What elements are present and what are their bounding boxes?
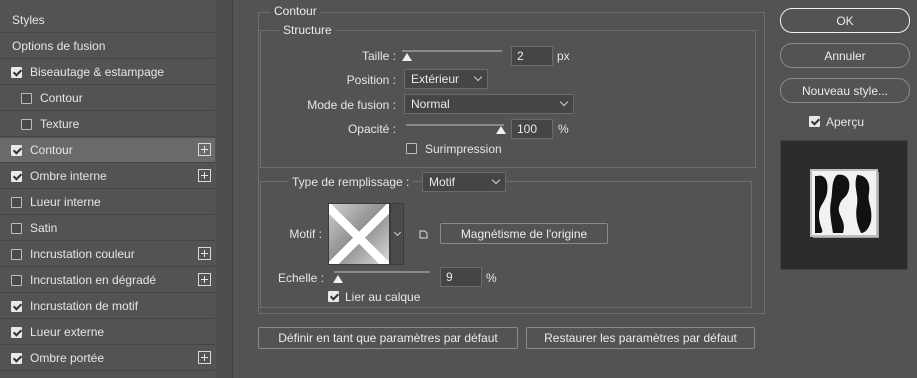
opacity-slider-thumb[interactable]	[496, 126, 506, 134]
plus-icon[interactable]	[198, 247, 211, 260]
reset-default-button[interactable]: Restaurer les paramètres par défaut	[526, 327, 755, 349]
style-item-label: Biseautage & estampage	[30, 65, 165, 79]
blending-options-label: Options de fusion	[12, 39, 106, 53]
set-default-button[interactable]: Définir en tant que paramètres par défau…	[258, 327, 518, 349]
structure-title: Structure	[279, 23, 336, 37]
style-item-label: Incrustation en dégradé	[30, 273, 157, 287]
styles-header-row[interactable]: Styles	[0, 8, 215, 33]
chevron-down-icon	[473, 72, 483, 82]
style-item-checkbox[interactable]	[21, 92, 32, 104]
plus-icon[interactable]	[198, 351, 211, 364]
blend-mode-value: Normal	[411, 97, 450, 111]
fill-type-value: Motif	[429, 175, 456, 189]
opacity-slider-track[interactable]	[406, 124, 504, 126]
style-item-checkbox[interactable]	[11, 248, 22, 260]
style-item-row[interactable]: Texture	[0, 112, 215, 137]
chevron-down-icon	[559, 97, 569, 107]
style-item-row[interactable]: Incrustation couleur	[0, 242, 215, 267]
blending-options-row[interactable]: Options de fusion	[0, 34, 215, 59]
new-style-button[interactable]: Nouveau style...	[780, 78, 910, 103]
pattern-label: Motif :	[289, 227, 322, 241]
style-item-label: Satin	[30, 221, 58, 235]
blend-mode-label: Mode de fusion :	[307, 98, 396, 112]
plus-icon[interactable]	[198, 273, 211, 286]
position-label: Position :	[346, 73, 396, 87]
style-item-label: Incrustation de motif	[30, 299, 139, 313]
link-layer-checkbox[interactable]	[328, 291, 339, 302]
size-unit: px	[557, 49, 570, 63]
scale-label: Echelle :	[277, 271, 324, 285]
size-label: Taille :	[361, 49, 396, 63]
cancel-button[interactable]: Annuler	[780, 43, 910, 68]
ok-button[interactable]: OK	[780, 8, 910, 33]
style-item-checkbox[interactable]	[11, 222, 22, 234]
size-slider-thumb[interactable]	[402, 53, 412, 61]
style-item-row[interactable]: Contour	[0, 138, 215, 163]
style-preview-image	[810, 169, 879, 238]
style-item-label: Contour	[30, 143, 73, 157]
overprint-checkbox[interactable]	[406, 143, 417, 154]
fill-type-label: Type de remplissage :	[288, 175, 414, 189]
pattern-swatch[interactable]	[328, 203, 390, 265]
pattern-picker-button[interactable]	[390, 203, 404, 265]
overprint-label: Surimpression	[425, 142, 502, 156]
styles-header-label: Styles	[12, 13, 45, 27]
style-item-row[interactable]: Ombre portée	[0, 346, 215, 371]
link-layer-label: Lier au calque	[345, 290, 421, 304]
style-item-label: Lueur interne	[30, 195, 101, 209]
opacity-label: Opacité :	[347, 122, 396, 136]
contour-title: Contour	[270, 4, 321, 18]
style-item-row[interactable]: Incrustation en dégradé	[0, 268, 215, 293]
opacity-unit: %	[558, 122, 569, 136]
chevron-down-icon	[393, 228, 402, 237]
preview-thumbnail	[780, 140, 908, 270]
scale-input[interactable]: 9	[440, 267, 482, 287]
scale-unit: %	[486, 271, 497, 285]
chevron-down-icon	[491, 175, 501, 185]
style-item-checkbox[interactable]	[11, 144, 22, 156]
style-item-row[interactable]: Contour	[0, 86, 215, 111]
preview-checkbox[interactable]	[809, 116, 820, 127]
fill-type-dropdown[interactable]: Motif	[422, 172, 506, 192]
style-item-row[interactable]: Incrustation de motif	[0, 294, 215, 319]
size-slider-track[interactable]	[402, 50, 502, 52]
position-dropdown[interactable]: Extérieur	[404, 69, 488, 89]
page-corner-icon	[419, 230, 428, 239]
styles-list-scrollbar[interactable]	[216, 0, 233, 378]
style-item-label: Ombre interne	[30, 169, 107, 183]
style-item-row[interactable]: Lueur externe	[0, 320, 215, 345]
style-item-row[interactable]: Lueur interne	[0, 190, 215, 215]
plus-icon[interactable]	[198, 169, 211, 182]
preview-label: Aperçu	[826, 115, 865, 129]
style-item-row[interactable]: Ombre interne	[0, 164, 215, 189]
style-item-label: Ombre portée	[30, 351, 105, 365]
style-item-checkbox[interactable]	[11, 66, 22, 78]
style-item-checkbox[interactable]	[11, 170, 22, 182]
style-item-checkbox[interactable]	[11, 300, 22, 312]
size-input[interactable]: 2	[511, 46, 553, 66]
new-preset-icon[interactable]	[419, 228, 428, 239]
blend-mode-dropdown[interactable]: Normal	[404, 94, 574, 114]
style-item-row[interactable]: Biseautage & estampage	[0, 60, 215, 85]
style-item-checkbox[interactable]	[11, 352, 22, 364]
style-item-label: Texture	[40, 117, 80, 131]
opacity-input[interactable]: 100	[511, 119, 553, 139]
style-item-label: Incrustation couleur	[30, 247, 135, 261]
styles-list: Styles Options de fusion Biseautage & es…	[0, 0, 217, 378]
snap-origin-button[interactable]: Magnétisme de l'origine	[440, 223, 608, 244]
plus-icon[interactable]	[198, 143, 211, 156]
style-item-checkbox[interactable]	[11, 196, 22, 208]
style-item-label: Lueur externe	[30, 325, 105, 339]
scale-slider-track[interactable]	[334, 271, 430, 273]
style-item-checkbox[interactable]	[11, 326, 22, 338]
style-item-row[interactable]: Satin	[0, 216, 215, 241]
style-item-checkbox[interactable]	[21, 118, 32, 130]
style-item-checkbox[interactable]	[11, 274, 22, 286]
style-item-label: Contour	[40, 91, 83, 105]
scale-slider-thumb[interactable]	[333, 275, 343, 283]
position-value: Extérieur	[411, 72, 460, 86]
